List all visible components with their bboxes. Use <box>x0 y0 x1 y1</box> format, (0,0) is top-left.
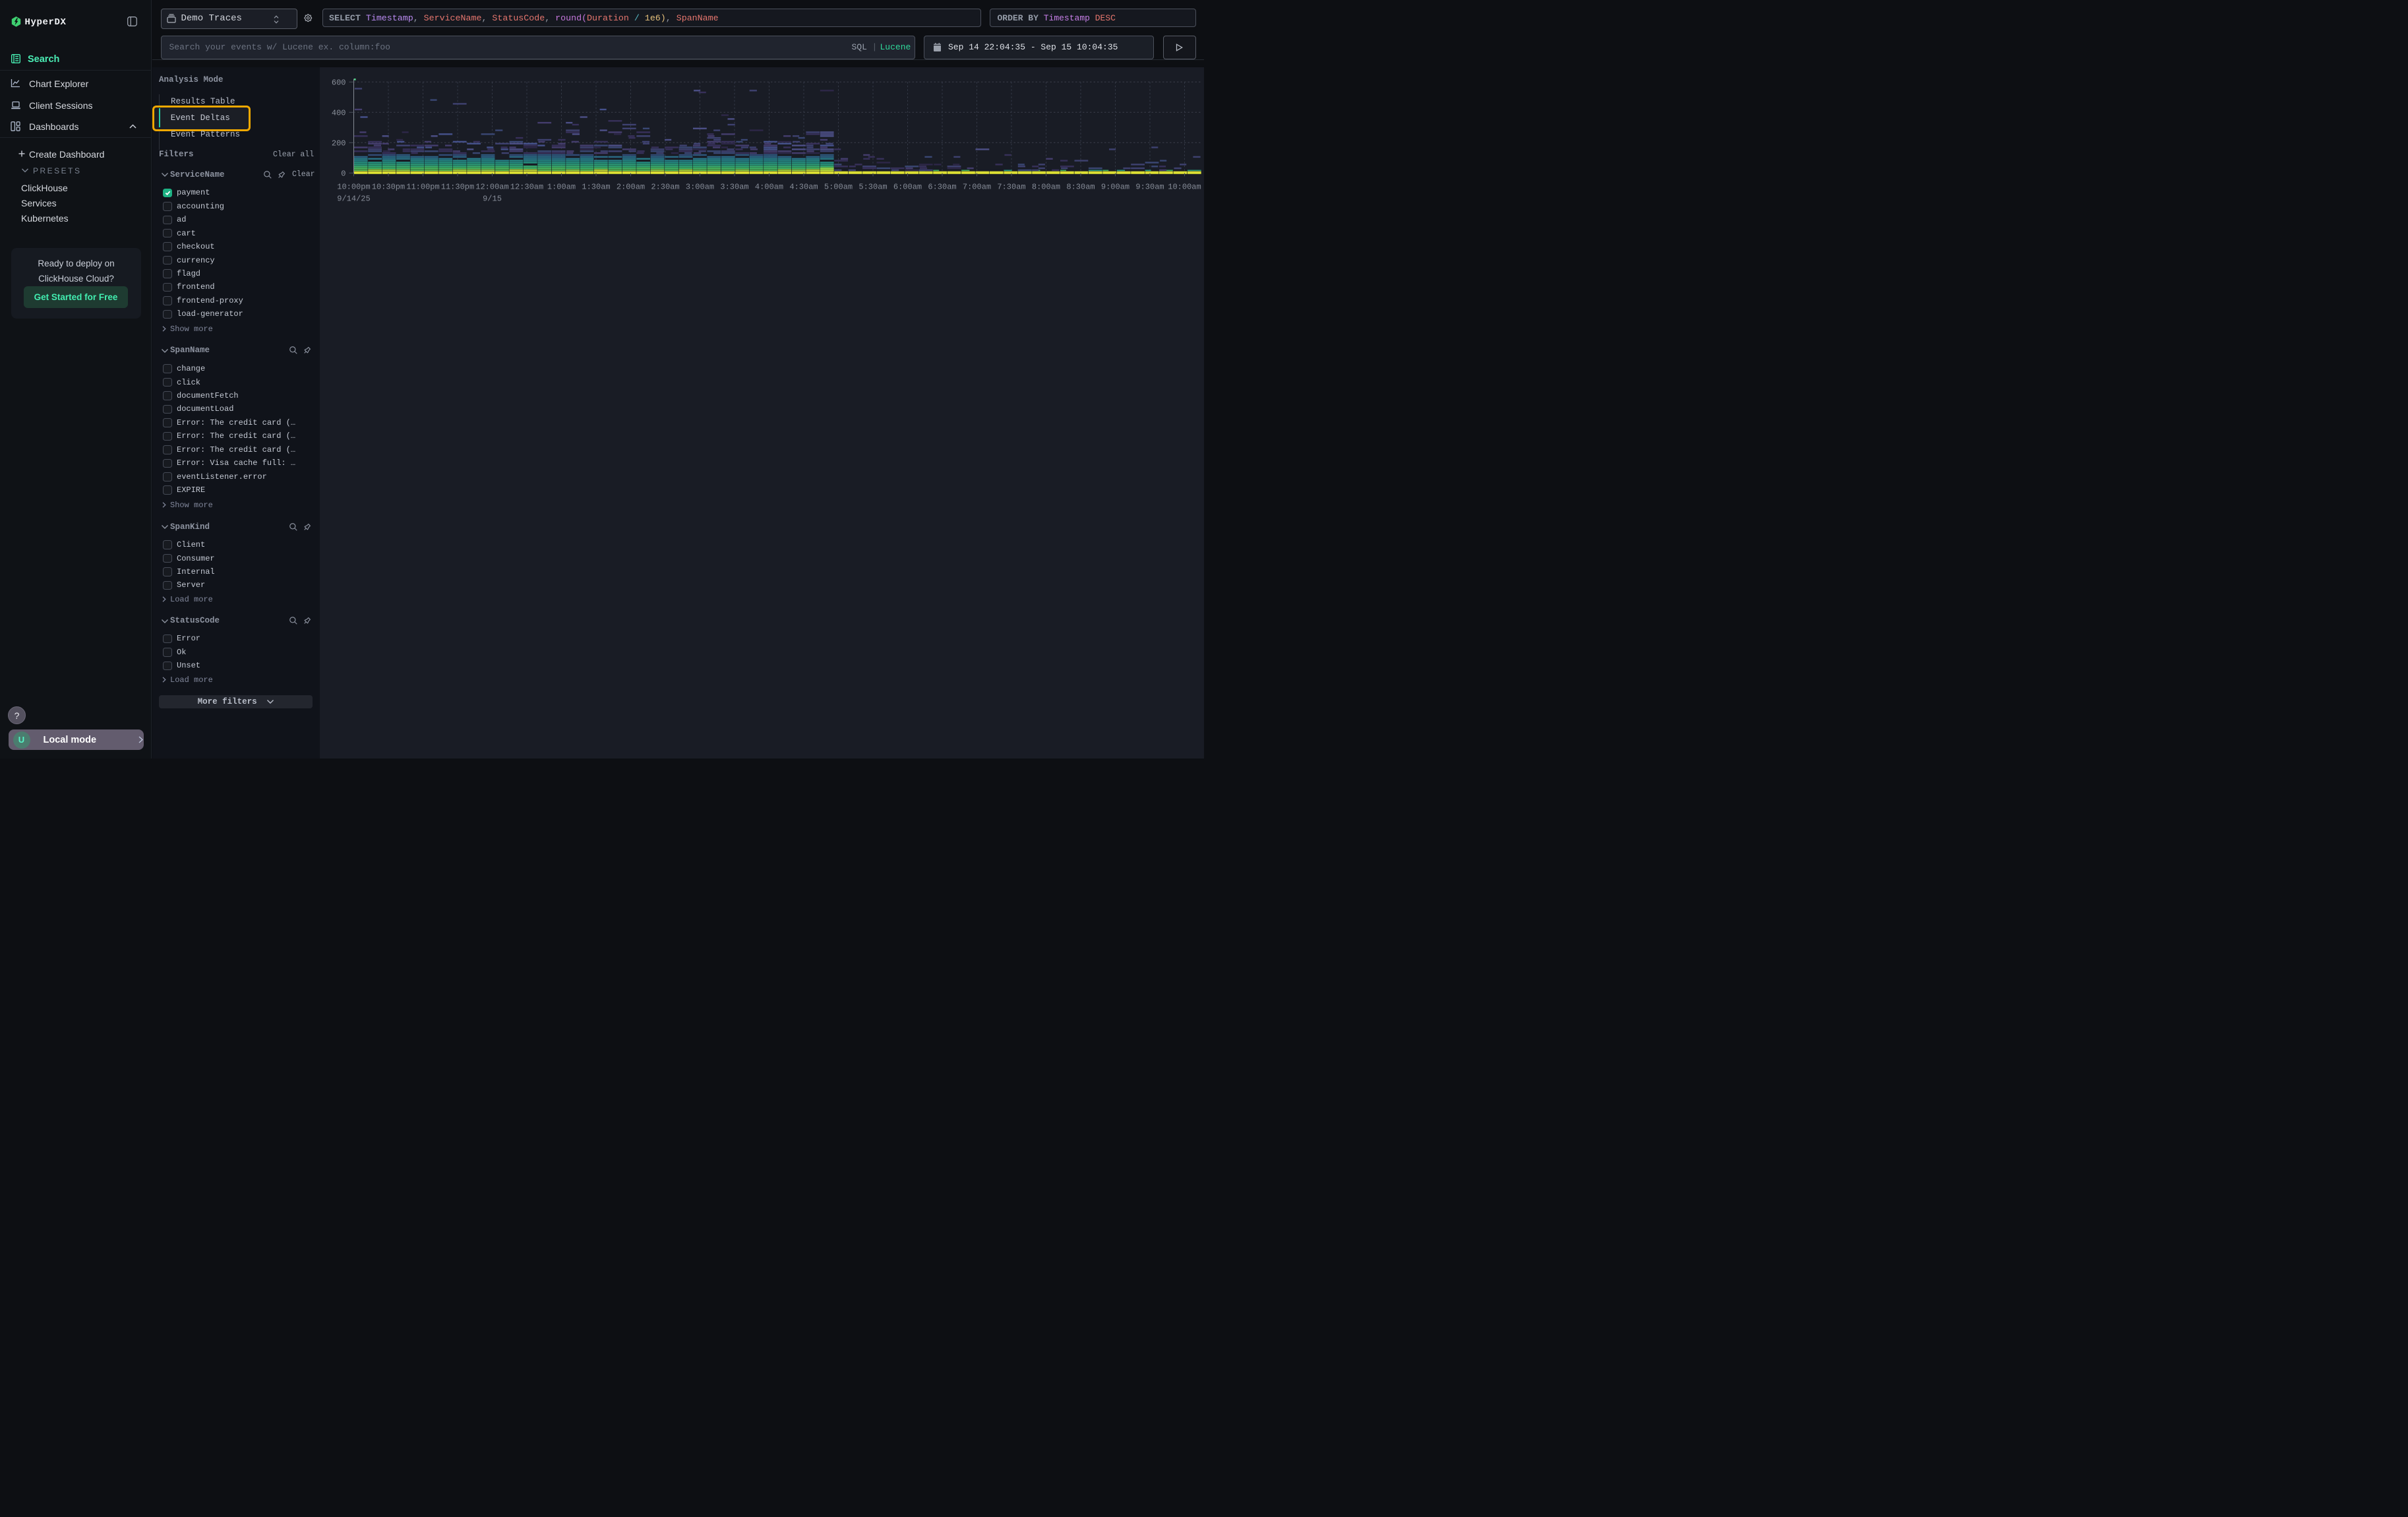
svg-text:400: 400 <box>332 108 346 117</box>
svg-text:12:00am: 12:00am <box>475 182 508 191</box>
svg-text:6:30am: 6:30am <box>928 182 956 191</box>
svg-text:8:00am: 8:00am <box>1032 182 1060 191</box>
svg-text:9/15: 9/15 <box>483 194 502 203</box>
svg-text:200: 200 <box>332 139 346 148</box>
svg-text:9/14/25: 9/14/25 <box>337 194 370 203</box>
svg-text:9:30am: 9:30am <box>1135 182 1164 191</box>
svg-text:10:30pm: 10:30pm <box>372 182 405 191</box>
svg-text:2:00am: 2:00am <box>617 182 645 191</box>
svg-text:7:30am: 7:30am <box>997 182 1025 191</box>
svg-text:0: 0 <box>341 169 346 178</box>
svg-text:5:30am: 5:30am <box>858 182 887 191</box>
svg-text:9:00am: 9:00am <box>1101 182 1129 191</box>
svg-text:1:30am: 1:30am <box>582 182 610 191</box>
svg-text:11:30pm: 11:30pm <box>441 182 474 191</box>
svg-text:1:00am: 1:00am <box>547 182 576 191</box>
svg-text:4:30am: 4:30am <box>789 182 818 191</box>
svg-text:5:00am: 5:00am <box>824 182 853 191</box>
svg-text:10:00pm: 10:00pm <box>337 182 370 191</box>
svg-text:2:30am: 2:30am <box>651 182 679 191</box>
svg-text:6:00am: 6:00am <box>893 182 922 191</box>
svg-text:11:00pm: 11:00pm <box>406 182 439 191</box>
svg-text:4:00am: 4:00am <box>755 182 783 191</box>
svg-text:3:30am: 3:30am <box>720 182 748 191</box>
svg-text:7:00am: 7:00am <box>963 182 991 191</box>
svg-text:3:00am: 3:00am <box>686 182 714 191</box>
svg-text:12:30am: 12:30am <box>510 182 543 191</box>
svg-text:10:00am: 10:00am <box>1168 182 1201 191</box>
svg-text:8:30am: 8:30am <box>1066 182 1095 191</box>
svg-text:600: 600 <box>332 78 346 87</box>
